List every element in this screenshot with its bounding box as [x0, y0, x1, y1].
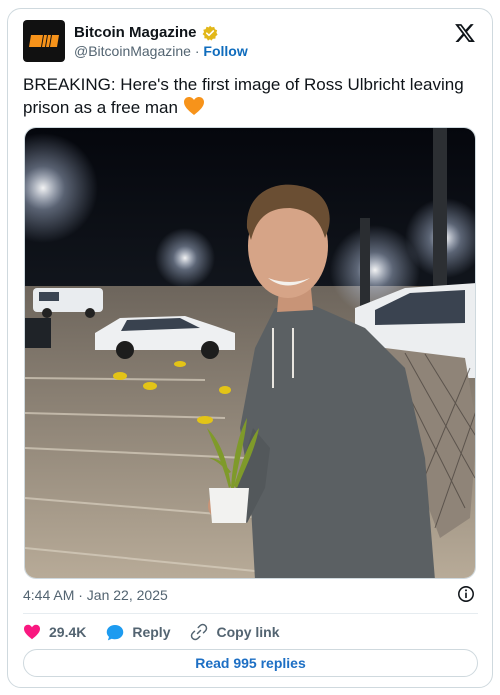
- reply-bubble-icon: [107, 624, 124, 640]
- info-icon[interactable]: [457, 585, 475, 603]
- orange-heart-icon: [183, 97, 204, 115]
- tweet-timestamp[interactable]: 4:44 AM · Jan 22, 2025: [23, 587, 168, 603]
- handle-row: @BitcoinMagazine · Follow: [74, 43, 248, 59]
- flood-light: [155, 228, 215, 288]
- account-handle[interactable]: @BitcoinMagazine: [74, 43, 191, 59]
- divider: [23, 613, 478, 614]
- avatar[interactable]: [23, 20, 65, 62]
- photo-scene: [25, 128, 475, 578]
- bitcoin-magazine-logo-icon: [29, 35, 59, 47]
- tweet-text: BREAKING: Here's the first image of Ross…: [23, 73, 483, 119]
- account-name-row: Bitcoin Magazine: [74, 24, 218, 41]
- like-count: 29.4K: [49, 624, 87, 640]
- tweet-body: BREAKING: Here's the first image of Ross…: [23, 75, 464, 117]
- light-pole: [360, 218, 370, 308]
- tweet-card: Bitcoin Magazine @BitcoinMagazine · Foll…: [7, 8, 493, 688]
- separator-dot: ·: [194, 43, 200, 59]
- reply-label: Reply: [132, 624, 171, 640]
- tweet-actions: 29.4K Reply Copy link: [23, 623, 300, 641]
- dark-car: [25, 318, 51, 348]
- link-icon: [191, 623, 208, 641]
- tweet-photo[interactable]: [24, 127, 476, 579]
- copy-link-label: Copy link: [216, 624, 280, 640]
- read-replies-button[interactable]: Read 995 replies: [23, 649, 478, 677]
- plant-cup: [209, 488, 249, 523]
- verified-badge-icon: [202, 25, 218, 41]
- heart-icon: [24, 624, 40, 640]
- account-name[interactable]: Bitcoin Magazine: [74, 24, 197, 41]
- follow-button[interactable]: Follow: [203, 43, 247, 59]
- x-logo-icon[interactable]: [454, 22, 476, 44]
- reply-button[interactable]: Reply: [106, 624, 170, 641]
- like-button[interactable]: 29.4K: [23, 624, 86, 640]
- copy-link-button[interactable]: Copy link: [190, 623, 280, 641]
